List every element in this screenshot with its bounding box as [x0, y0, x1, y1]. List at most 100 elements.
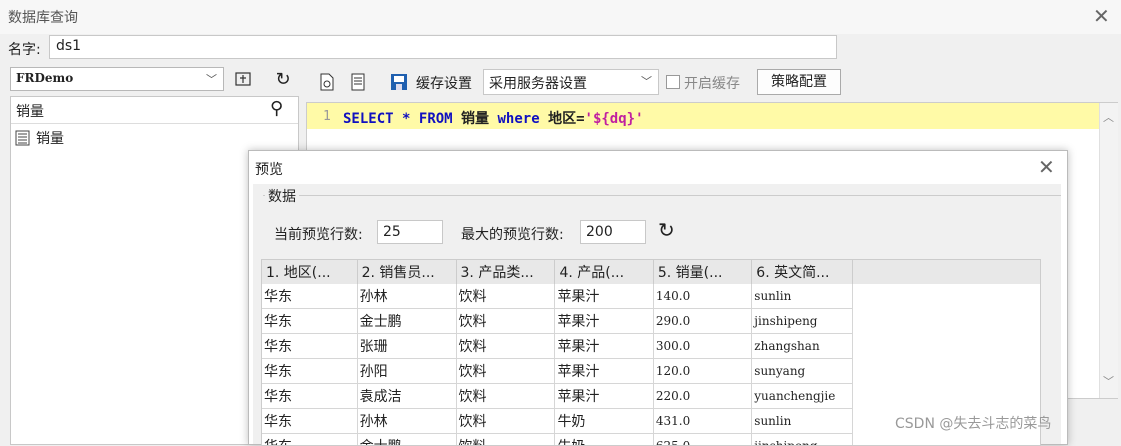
- preview-sql-icon[interactable]: [314, 70, 340, 94]
- column-header[interactable]: 3. 产品类...: [456, 260, 555, 284]
- table-cell[interactable]: 120.0: [653, 359, 751, 384]
- data-group-label: 数据: [265, 186, 299, 206]
- table-cell[interactable]: sunyang: [752, 359, 853, 384]
- close-icon[interactable]: ✕: [1038, 157, 1055, 177]
- scroll-up-icon[interactable]: ︿: [1103, 109, 1114, 125]
- table-cell[interactable]: 牛奶: [555, 409, 653, 434]
- preview-title: 预览: [255, 159, 283, 179]
- table-cell[interactable]: 431.0: [653, 409, 751, 434]
- watermark: CSDN @失去斗志的菜鸟: [895, 413, 1051, 433]
- name-label: 名字:: [8, 39, 41, 59]
- sql-keyword: SELECT: [343, 111, 394, 127]
- table-cell[interactable]: 饮料: [456, 309, 555, 334]
- column-header[interactable]: 6. 英文简...: [752, 260, 853, 284]
- table-row[interactable]: 华东金士鹏饮料牛奶625.0jinshipeng: [262, 434, 1040, 446]
- table-cell[interactable]: 290.0: [653, 309, 751, 334]
- table-cell[interactable]: 牛奶: [555, 434, 653, 446]
- table-cell[interactable]: sunlin: [752, 284, 853, 309]
- table-row[interactable]: 华东孙林饮料苹果汁140.0sunlin: [262, 284, 1040, 309]
- column-header[interactable]: 4. 产品(...: [555, 260, 653, 284]
- table-cell[interactable]: 苹果汁: [555, 384, 653, 409]
- column-header[interactable]: 2. 销售员...: [357, 260, 456, 284]
- table-cell[interactable]: 饮料: [456, 409, 555, 434]
- table-row[interactable]: 华东金士鹏饮料苹果汁290.0jinshipeng: [262, 309, 1040, 334]
- sql-token: [453, 111, 461, 127]
- refresh-icon[interactable]: ↻: [658, 218, 675, 242]
- max-rows-input[interactable]: 200: [580, 220, 646, 244]
- edit-connection-icon[interactable]: [231, 67, 257, 91]
- close-icon[interactable]: ✕: [1093, 6, 1110, 26]
- table-cell[interactable]: 张珊: [357, 334, 456, 359]
- table-cell[interactable]: 饮料: [456, 434, 555, 446]
- name-input[interactable]: ds1: [49, 35, 837, 59]
- table-cell[interactable]: 华东: [262, 384, 357, 409]
- search-value: 销量: [16, 101, 44, 121]
- tree-item-sales[interactable]: 销量: [15, 128, 64, 148]
- table-cell[interactable]: 华东: [262, 359, 357, 384]
- sql-string: '${dq}': [585, 111, 644, 127]
- chevron-down-icon: ﹀: [206, 71, 217, 87]
- sql-token: [540, 111, 548, 127]
- table-cell[interactable]: 苹果汁: [555, 309, 653, 334]
- table-cell[interactable]: 300.0: [653, 334, 751, 359]
- table-cell[interactable]: 孙林: [357, 409, 456, 434]
- refresh-icon[interactable]: ↻: [270, 67, 296, 91]
- table-cell[interactable]: 饮料: [456, 334, 555, 359]
- current-rows-value: 25: [383, 224, 401, 240]
- table-search-input[interactable]: 销量 ⚲: [11, 97, 298, 124]
- max-rows-label: 最大的预览行数:: [461, 224, 564, 244]
- editor-scrollbar[interactable]: ︿ ﹀: [1099, 103, 1118, 398]
- database-select[interactable]: FRDemo ﹀: [10, 67, 224, 91]
- table-cell[interactable]: 金士鹏: [357, 309, 456, 334]
- table-icon: [15, 130, 31, 146]
- table-cell[interactable]: sunlin: [752, 409, 853, 434]
- table-cell[interactable]: 625.0: [653, 434, 751, 446]
- table-cell[interactable]: 华东: [262, 284, 357, 309]
- table-cell[interactable]: 华东: [262, 434, 357, 446]
- table-cell[interactable]: 金士鹏: [357, 434, 456, 446]
- current-rows-input[interactable]: 25: [377, 220, 443, 244]
- strategy-config-button[interactable]: 策略配置: [757, 69, 841, 95]
- sql-keyword: FROM: [419, 111, 453, 127]
- name-value: ds1: [56, 38, 81, 54]
- table-row[interactable]: 华东袁成洁饮料苹果汁220.0yuanchengjie: [262, 384, 1040, 409]
- table-cell[interactable]: 220.0: [653, 384, 751, 409]
- table-cell[interactable]: yuanchengjie: [752, 384, 853, 409]
- table-cell[interactable]: 孙阳: [357, 359, 456, 384]
- header-filler: [853, 260, 1040, 284]
- table-cell[interactable]: 华东: [262, 309, 357, 334]
- table-cell[interactable]: jinshipeng: [752, 309, 853, 334]
- table-cell[interactable]: 饮料: [456, 359, 555, 384]
- table-cell[interactable]: 饮料: [456, 284, 555, 309]
- cache-settings-label: 缓存设置: [416, 73, 472, 93]
- table-row[interactable]: 华东张珊饮料苹果汁300.0zhangshan: [262, 334, 1040, 359]
- window-title: 数据库查询: [8, 7, 78, 27]
- sql-text[interactable]: SELECT * FROM 销量 where 地区='${dq}': [343, 108, 644, 128]
- table-cell[interactable]: 140.0: [653, 284, 751, 309]
- table-cell[interactable]: 华东: [262, 334, 357, 359]
- table-cell[interactable]: 袁成洁: [357, 384, 456, 409]
- enable-cache-checkbox[interactable]: [666, 75, 680, 89]
- sql-token: [410, 111, 418, 127]
- table-cell[interactable]: jinshipeng: [752, 434, 853, 446]
- search-icon[interactable]: ⚲: [270, 98, 283, 119]
- table-row[interactable]: 华东孙阳饮料苹果汁120.0sunyang: [262, 359, 1040, 384]
- scroll-down-icon[interactable]: ﹀: [1103, 373, 1114, 389]
- column-header[interactable]: 5. 销量(...: [653, 260, 751, 284]
- sql-file-icon[interactable]: [345, 70, 371, 94]
- cache-icon[interactable]: [386, 70, 412, 94]
- table-cell[interactable]: 孙林: [357, 284, 456, 309]
- cache-mode-select[interactable]: 采用服务器设置 ﹀: [483, 69, 659, 95]
- table-cell[interactable]: zhangshan: [752, 334, 853, 359]
- cache-mode-value: 采用服务器设置: [489, 73, 587, 93]
- preview-dialog: 预览 ✕ 数据 当前预览行数: 25 最大的预览行数: 200 ↻ 1. 地区(…: [248, 150, 1068, 445]
- table-cell[interactable]: 华东: [262, 409, 357, 434]
- column-header[interactable]: 1. 地区(...: [262, 260, 357, 284]
- sql-token: 地区=: [548, 111, 584, 127]
- database-value: FRDemo: [16, 71, 73, 85]
- table-cell[interactable]: 苹果汁: [555, 284, 653, 309]
- table-cell[interactable]: 苹果汁: [555, 359, 653, 384]
- table-cell[interactable]: 饮料: [456, 384, 555, 409]
- current-rows-label: 当前预览行数:: [274, 224, 363, 244]
- table-cell[interactable]: 苹果汁: [555, 334, 653, 359]
